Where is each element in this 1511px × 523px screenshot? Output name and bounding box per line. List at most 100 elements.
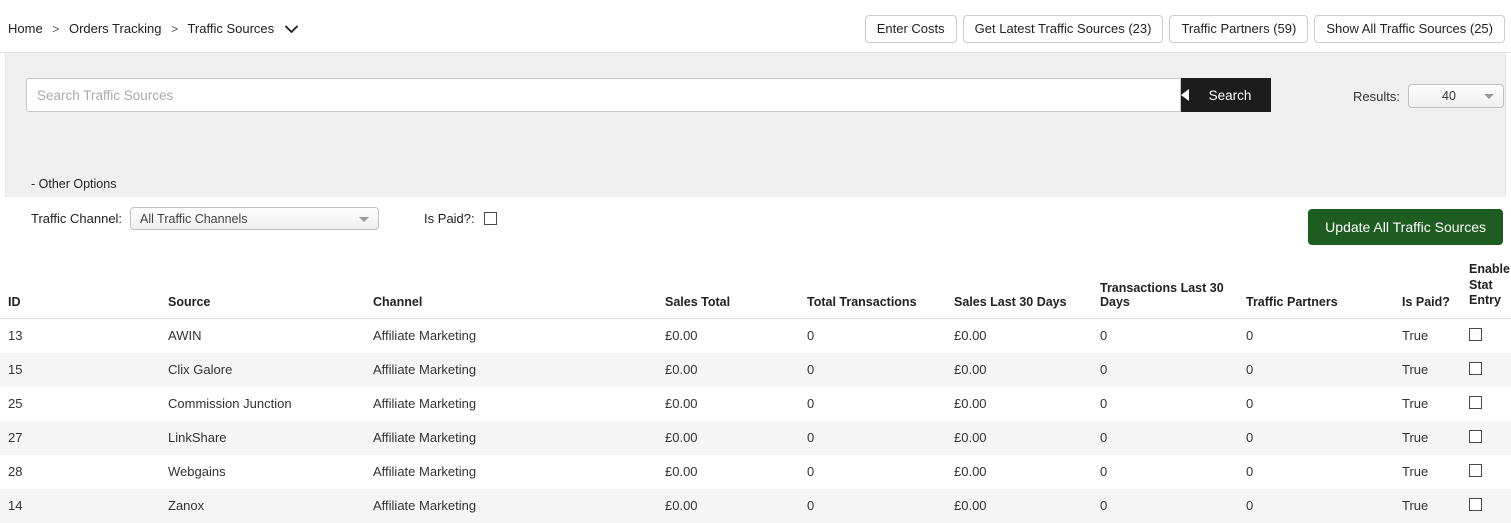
top-action-buttons: Enter Costs Get Latest Traffic Sources (… xyxy=(864,15,1505,43)
column-header-channel[interactable]: Channel xyxy=(373,262,665,319)
cell-traffic-partners: 0 xyxy=(1246,396,1254,412)
cell-is-paid: True xyxy=(1402,430,1429,446)
traffic-sources-table-wrapper: ID Source Channel Sales Total Total Tran… xyxy=(0,262,1511,523)
cell-sales-last-30-days: £0.00 xyxy=(954,498,987,514)
cell-traffic-partners: 0 xyxy=(1246,464,1254,480)
cell-source: LinkShare xyxy=(168,430,227,446)
cell-channel: Affiliate Marketing xyxy=(373,362,477,378)
results-label: Results: xyxy=(1353,88,1400,104)
traffic-channel-label: Traffic Channel: xyxy=(31,211,123,226)
traffic-channel-select-value: All Traffic Channels xyxy=(140,211,248,226)
cell-id: 25 xyxy=(8,396,23,412)
cell-sales-total: £0.00 xyxy=(665,498,698,514)
cell-enable-stat-entry xyxy=(1469,489,1511,523)
search-row: Search xyxy=(26,78,1271,112)
enable-stat-entry-checkbox[interactable] xyxy=(1469,361,1482,375)
traffic-partners-button[interactable]: Traffic Partners (59) xyxy=(1169,15,1309,43)
cell-sales-last-30-days: £0.00 xyxy=(954,396,987,412)
enter-costs-button[interactable]: Enter Costs xyxy=(864,15,957,43)
cell-traffic-partners: 0 xyxy=(1246,362,1254,378)
is-paid-filter: Is Paid?: xyxy=(424,211,497,226)
show-all-traffic-sources-button[interactable]: Show All Traffic Sources (25) xyxy=(1314,15,1505,43)
chevron-down-icon xyxy=(359,216,370,222)
table-row[interactable]: 15 Clix Galore Affiliate Marketing £0.00 0 £0… xyxy=(0,352,1511,387)
enable-stat-entry-checkbox[interactable] xyxy=(1469,463,1482,477)
column-header-enable-stat-entry[interactable]: Enable Stat Entry xyxy=(1469,262,1511,319)
traffic-sources-table: ID Source Channel Sales Total Total Tran… xyxy=(0,262,1511,523)
table-row[interactable]: 25 Commission Junction Affiliate Marketing… xyxy=(0,386,1511,421)
table-header-row: ID Source Channel Sales Total Total Tran… xyxy=(0,262,1511,319)
cell-transactions-last-30-days: 0 xyxy=(1100,498,1108,514)
enable-stat-entry-checkbox[interactable] xyxy=(1469,497,1482,511)
search-button[interactable]: Search xyxy=(1181,78,1271,112)
chevron-down-icon[interactable] xyxy=(284,22,298,37)
get-latest-traffic-sources-button[interactable]: Get Latest Traffic Sources (23) xyxy=(962,15,1164,43)
column-header-id[interactable]: ID xyxy=(0,262,84,319)
cell-enable-stat-entry xyxy=(1469,421,1511,455)
other-options-toggle[interactable]: - Other Options xyxy=(31,177,116,191)
column-header-total-transactions[interactable]: Total Transactions xyxy=(807,262,954,319)
breadcrumb-item-orders-tracking[interactable]: Orders Tracking xyxy=(69,21,161,36)
enable-stat-entry-checkbox[interactable] xyxy=(1469,395,1482,409)
search-input[interactable] xyxy=(26,78,1181,112)
column-header-source[interactable]: Source xyxy=(84,262,373,319)
cell-transactions-last-30-days: 0 xyxy=(1100,328,1108,344)
cell-total-transactions: 0 xyxy=(807,396,815,412)
chevron-down-icon xyxy=(1483,94,1494,99)
filter-options-row: Traffic Channel: All Traffic Channels Is… xyxy=(31,207,497,230)
cell-sales-last-30-days: £0.00 xyxy=(954,362,987,378)
cell-source: Webgains xyxy=(168,464,226,480)
cell-sales-total: £0.00 xyxy=(665,396,698,412)
cell-traffic-partners: 0 xyxy=(1246,328,1254,344)
table-row[interactable]: 27 LinkShare Affiliate Marketing £0.00 0 £0.0… xyxy=(0,420,1511,455)
column-header-transactions-last-30-days[interactable]: Transactions Last 30 Days xyxy=(1100,262,1246,319)
cell-is-paid: True xyxy=(1402,464,1429,480)
table-row[interactable]: 13 AWIN Affiliate Marketing £0.00 0 £0.00 0 0 Tr… xyxy=(0,318,1511,353)
traffic-channel-select[interactable]: All Traffic Channels xyxy=(130,207,380,230)
cell-traffic-partners: 0 xyxy=(1246,498,1254,514)
cell-id: 15 xyxy=(8,362,23,378)
cell-id: 28 xyxy=(8,464,23,480)
update-all-traffic-sources-button[interactable]: Update All Traffic Sources xyxy=(1308,209,1503,245)
table-row[interactable]: 14 Zanox Affiliate Marketing £0.00 0 £0.00 0 0 T… xyxy=(0,488,1511,523)
cell-channel: Affiliate Marketing xyxy=(373,328,477,344)
column-header-traffic-partners[interactable]: Traffic Partners xyxy=(1246,262,1402,319)
table-row[interactable]: 28 Webgains Affiliate Marketing £0.00 0 £0.00… xyxy=(0,454,1511,489)
cell-transactions-last-30-days: 0 xyxy=(1100,396,1108,412)
column-header-is-paid[interactable]: Is Paid? xyxy=(1402,262,1469,319)
cell-channel: Affiliate Marketing xyxy=(373,396,477,412)
enable-stat-entry-checkbox[interactable] xyxy=(1469,327,1482,341)
cell-channel: Affiliate Marketing xyxy=(373,498,477,514)
cell-sales-total: £0.00 xyxy=(665,362,698,378)
cell-source: AWIN xyxy=(168,328,202,344)
cell-sales-total: £0.00 xyxy=(665,328,698,344)
cell-channel: Affiliate Marketing xyxy=(373,464,477,480)
is-paid-checkbox[interactable] xyxy=(483,212,497,225)
cell-sales-last-30-days: £0.00 xyxy=(954,464,987,480)
cell-id: 14 xyxy=(8,498,23,514)
breadcrumb: Home > Orders Tracking > Traffic Sources xyxy=(8,21,298,37)
cell-id: 13 xyxy=(8,328,23,344)
results-select[interactable]: 40 xyxy=(1407,84,1504,108)
breadcrumb-item-traffic-sources[interactable]: Traffic Sources xyxy=(187,21,274,36)
cell-total-transactions: 0 xyxy=(807,498,815,514)
cell-transactions-last-30-days: 0 xyxy=(1100,464,1108,480)
cell-channel: Affiliate Marketing xyxy=(373,430,477,446)
cell-is-paid: True xyxy=(1402,498,1429,514)
cell-transactions-last-30-days: 0 xyxy=(1100,362,1108,378)
cell-sales-last-30-days: £0.00 xyxy=(954,328,987,344)
column-header-sales-total[interactable]: Sales Total xyxy=(665,262,807,319)
cell-sales-last-30-days: £0.00 xyxy=(954,430,987,446)
results-per-page: Results: 40 xyxy=(1353,84,1504,108)
cell-total-transactions: 0 xyxy=(807,362,815,378)
breadcrumb-separator: > xyxy=(52,22,60,36)
top-bar: Home > Orders Tracking > Traffic Sources… xyxy=(0,0,1511,53)
enable-stat-entry-checkbox[interactable] xyxy=(1469,429,1482,443)
cell-sales-total: £0.00 xyxy=(665,464,698,480)
cell-source: Commission Junction xyxy=(168,396,292,412)
is-paid-label: Is Paid?: xyxy=(424,211,475,226)
column-header-sales-last-30-days[interactable]: Sales Last 30 Days xyxy=(954,262,1100,319)
cell-enable-stat-entry xyxy=(1469,387,1511,421)
breadcrumb-item-home[interactable]: Home xyxy=(8,21,43,36)
cell-source: Zanox xyxy=(168,498,205,514)
